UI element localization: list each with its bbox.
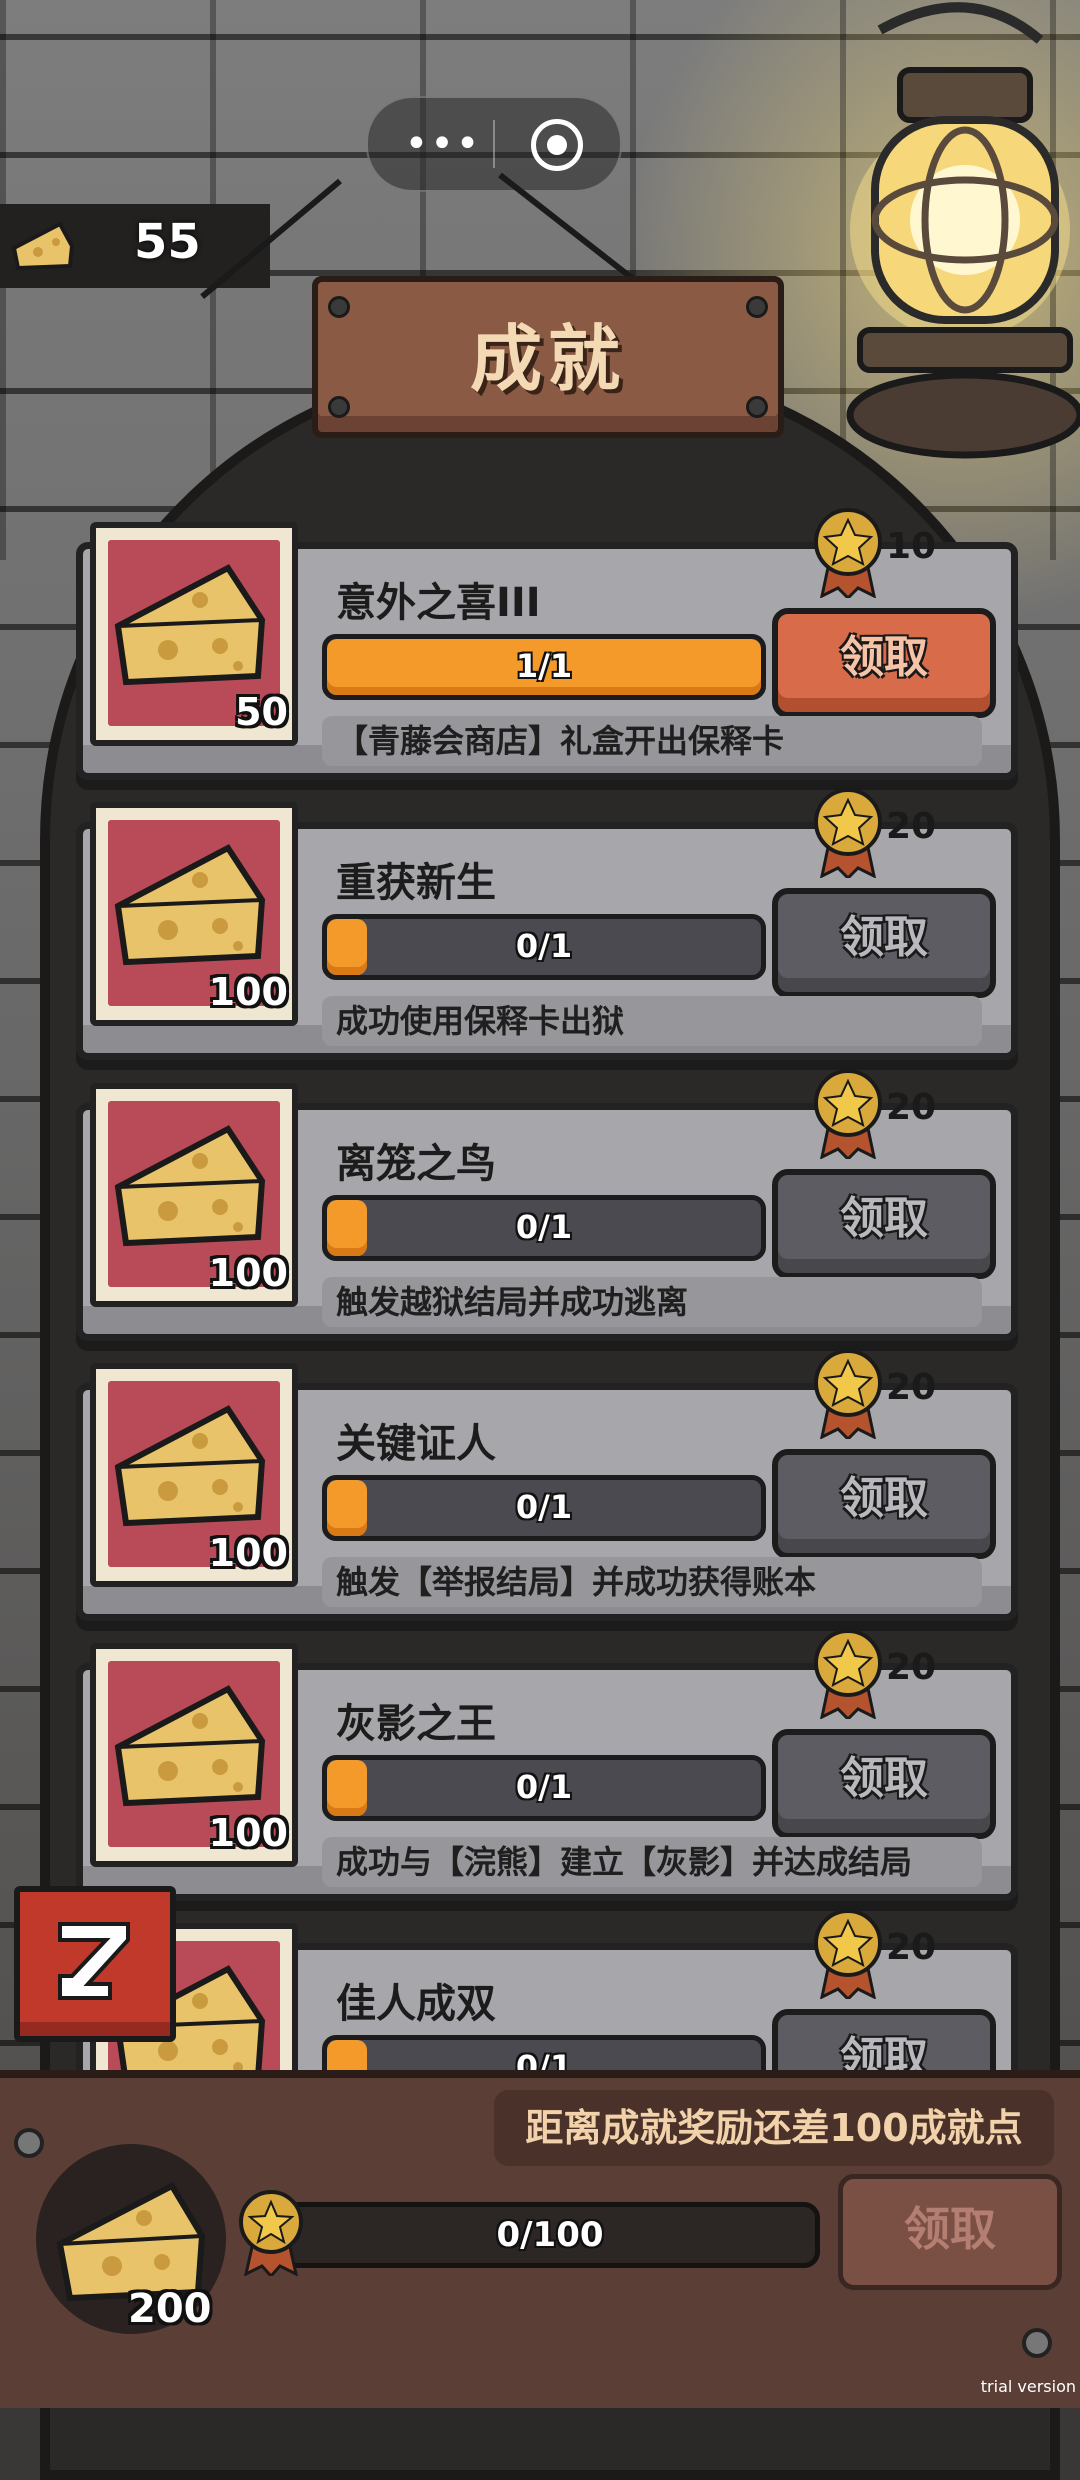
claim-button[interactable]: 领取 bbox=[772, 888, 996, 998]
lantern-icon bbox=[846, 2, 1080, 459]
cheese-icon bbox=[11, 221, 75, 271]
progress-text: 1/1 bbox=[515, 647, 573, 685]
achievement-description: 成功使用保释卡出狱 bbox=[322, 996, 982, 1046]
cheese-icon bbox=[114, 564, 266, 686]
achievement-description: 触发【举报结局】并成功获得账本 bbox=[322, 1557, 982, 1607]
capsule-divider bbox=[493, 120, 495, 168]
reward-thumbnail: 100 bbox=[90, 1643, 298, 1867]
reward-amount: 50 bbox=[235, 690, 288, 734]
claim-button[interactable]: 领取 bbox=[772, 1729, 996, 1839]
claim-button[interactable]: 领取 bbox=[772, 1169, 996, 1279]
currency-amount: 55 bbox=[134, 214, 201, 270]
achievement-points: 10 bbox=[886, 526, 937, 567]
achievement-card: 50 意外之喜III 10 1/1 领取 【青藤会商店】礼盒开出保释卡 bbox=[76, 508, 1018, 780]
medal-icon bbox=[814, 1629, 882, 1719]
achievement-points: 20 bbox=[886, 1367, 937, 1408]
close-icon[interactable] bbox=[531, 119, 583, 171]
achievement-description: 成功与【浣熊】建立【灰影】并达成结局 bbox=[322, 1837, 982, 1887]
total-progress-bar: 0/100 bbox=[280, 2202, 820, 2268]
progress-bar: 0/1 bbox=[322, 914, 766, 980]
achievement-name: 佳人成双 bbox=[336, 1981, 496, 2027]
progress-text: 0/1 bbox=[515, 1768, 573, 1806]
cheese-icon bbox=[114, 844, 266, 966]
back-arrow-icon bbox=[58, 1922, 130, 2000]
reward-thumbnail: 100 bbox=[90, 1363, 298, 1587]
title-plank: 成就 bbox=[312, 276, 784, 438]
medal-icon bbox=[814, 1909, 882, 1999]
achievement-name: 关键证人 bbox=[336, 1421, 496, 1467]
mini-program-capsule: ••• bbox=[366, 96, 622, 192]
progress-bar: 0/1 bbox=[322, 1195, 766, 1261]
achievement-name: 离笼之鸟 bbox=[336, 1141, 496, 1187]
medal-icon bbox=[814, 788, 882, 878]
trial-watermark: trial version bbox=[980, 2377, 1076, 2396]
reward-amount: 100 bbox=[208, 1811, 288, 1855]
achievement-name: 重获新生 bbox=[336, 860, 496, 906]
achievement-card: 100 离笼之鸟 20 0/1 领取 触发越狱结局并成功逃离 bbox=[76, 1069, 1018, 1341]
achievement-points: 20 bbox=[886, 1087, 937, 1128]
page-title: 成就 bbox=[469, 317, 626, 401]
medal-icon bbox=[814, 508, 882, 598]
total-reward-panel: 距离成就奖励还差100成就点 200 0/100 领取 bbox=[0, 2070, 1080, 2408]
progress-text: 0/1 bbox=[515, 1208, 573, 1246]
cheese-icon bbox=[114, 1685, 266, 1807]
total-reward-amount: 200 bbox=[128, 2286, 212, 2332]
achievement-points: 20 bbox=[886, 806, 937, 847]
reward-amount: 100 bbox=[208, 970, 288, 1014]
achievement-description: 触发越狱结局并成功逃离 bbox=[322, 1277, 982, 1327]
medal-icon bbox=[814, 1069, 882, 1159]
reward-thumbnail: 100 bbox=[90, 802, 298, 1026]
reward-thumbnail: 100 bbox=[90, 1083, 298, 1307]
medal-icon bbox=[239, 2190, 303, 2276]
achievement-card: 100 灰影之王 20 0/1 领取 成功与【浣熊】建立【灰影】并达成结局 bbox=[76, 1629, 1018, 1901]
reward-amount: 100 bbox=[208, 1531, 288, 1575]
progress-bar: 0/1 bbox=[322, 1755, 766, 1821]
claim-button[interactable]: 领取 bbox=[772, 608, 996, 718]
back-button[interactable] bbox=[14, 1886, 176, 2042]
screw-icon bbox=[14, 2128, 44, 2158]
medal-icon bbox=[814, 1349, 882, 1439]
cheese-icon bbox=[114, 1405, 266, 1527]
achievement-card: 100 关键证人 20 0/1 领取 触发【举报结局】并成功获得账本 bbox=[76, 1349, 1018, 1621]
cheese-icon bbox=[114, 1125, 266, 1247]
progress-bar: 1/1 bbox=[322, 634, 766, 700]
achievement-name: 意外之喜III bbox=[336, 580, 541, 626]
more-icon[interactable]: ••• bbox=[398, 118, 488, 170]
claim-button[interactable]: 领取 bbox=[772, 1449, 996, 1559]
total-progress-text: 0/100 bbox=[496, 2215, 604, 2255]
reward-notice: 距离成就奖励还差100成就点 bbox=[494, 2090, 1054, 2166]
progress-text: 0/1 bbox=[515, 1488, 573, 1526]
achievement-card: 100 重获新生 20 0/1 领取 成功使用保释卡出狱 bbox=[76, 788, 1018, 1060]
reward-amount: 100 bbox=[208, 1251, 288, 1295]
achievement-points: 20 bbox=[886, 1647, 937, 1688]
achievement-description: 【青藤会商店】礼盒开出保释卡 bbox=[322, 716, 982, 766]
total-claim-button[interactable]: 领取 bbox=[838, 2174, 1062, 2290]
reward-thumbnail: 50 bbox=[90, 522, 298, 746]
screw-icon bbox=[1022, 2328, 1052, 2358]
progress-text: 0/1 bbox=[515, 927, 573, 965]
achievement-points: 20 bbox=[886, 1927, 937, 1968]
achievement-name: 灰影之王 bbox=[336, 1701, 496, 1747]
progress-bar: 0/1 bbox=[322, 1475, 766, 1541]
